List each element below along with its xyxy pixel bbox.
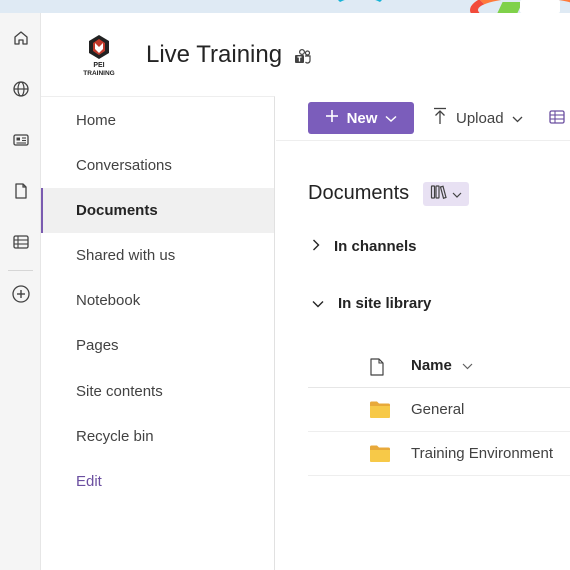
site-logo[interactable]: PEI TRAINING [75, 33, 123, 77]
nav-item-label: Recycle bin [76, 428, 154, 445]
site-navigation: Home Conversations Documents Shared with… [41, 96, 275, 570]
item-name[interactable]: General [411, 401, 464, 418]
library-switch-button[interactable] [423, 182, 469, 206]
teams-icon[interactable] [293, 47, 313, 67]
add-icon[interactable] [6, 279, 36, 309]
nav-edit-link[interactable]: Edit [41, 459, 274, 504]
nav-item-label: Home [76, 112, 117, 129]
app-rail [0, 13, 41, 570]
banner-decoration [520, 0, 560, 13]
nav-item-conversations[interactable]: Conversations [41, 143, 274, 188]
group-label: In site library [338, 294, 432, 312]
command-bar: New Upload [276, 96, 570, 141]
svg-text:TRAINING: TRAINING [83, 70, 114, 77]
list-icon[interactable] [6, 227, 36, 257]
grid-view-icon[interactable] [548, 108, 566, 126]
nav-item-site-contents[interactable]: Site contents [41, 369, 274, 414]
name-column-header[interactable]: Name [411, 357, 473, 374]
upload-button[interactable]: Upload [432, 102, 523, 134]
file-type-icon[interactable] [370, 358, 384, 376]
nav-item-label: Notebook [76, 292, 141, 309]
home-icon[interactable] [6, 23, 36, 53]
globe-icon[interactable] [6, 74, 36, 104]
item-name[interactable]: Training Environment [411, 445, 553, 462]
upload-icon [432, 107, 448, 129]
chevron-down-icon [312, 295, 324, 312]
nav-item-notebook[interactable]: Notebook [41, 278, 274, 323]
nav-item-home[interactable]: Home [41, 98, 274, 143]
new-button-label: New [346, 109, 378, 127]
list-row-training-environment[interactable]: Training Environment [308, 432, 570, 476]
group-label: In channels [334, 237, 417, 255]
nav-item-label: Documents [76, 202, 158, 219]
chevron-down-icon [452, 185, 462, 203]
nav-item-documents[interactable]: Documents [41, 188, 274, 233]
nav-item-recycle-bin[interactable]: Recycle bin [41, 414, 274, 459]
nav-edit-label: Edit [76, 473, 102, 490]
page-title: Documents [308, 182, 410, 204]
banner-decoration [330, 0, 390, 13]
svg-text:PEI: PEI [93, 62, 104, 69]
chevron-down-icon [462, 357, 473, 374]
chevron-right-icon [312, 238, 320, 255]
column-label: Name [411, 357, 452, 374]
site-header: PEI TRAINING Live Training [41, 13, 570, 96]
upload-button-label: Upload [456, 109, 504, 127]
nav-item-label: Site contents [76, 383, 163, 400]
nav-item-label: Conversations [76, 157, 172, 174]
nav-item-shared-with-us[interactable]: Shared with us [41, 233, 274, 278]
file-icon[interactable] [6, 176, 36, 206]
folder-icon [370, 445, 390, 462]
list-row-general[interactable]: General [308, 388, 570, 432]
group-in-channels[interactable]: In channels [312, 232, 417, 260]
folder-icon [370, 401, 390, 418]
nav-item-pages[interactable]: Pages [41, 323, 274, 368]
site-title[interactable]: Live Training [146, 41, 282, 69]
nav-item-label: Pages [76, 337, 119, 354]
library-icon [430, 184, 448, 205]
list-header: Name [308, 345, 570, 388]
header-banner [0, 0, 570, 13]
chevron-down-icon [385, 110, 397, 127]
news-icon[interactable] [6, 125, 36, 155]
rail-divider [8, 270, 33, 271]
group-in-site-library[interactable]: In site library [312, 289, 431, 317]
chevron-down-icon [512, 110, 523, 127]
nav-item-label: Shared with us [76, 247, 176, 264]
new-button[interactable]: New [308, 102, 414, 134]
plus-icon [325, 109, 339, 127]
